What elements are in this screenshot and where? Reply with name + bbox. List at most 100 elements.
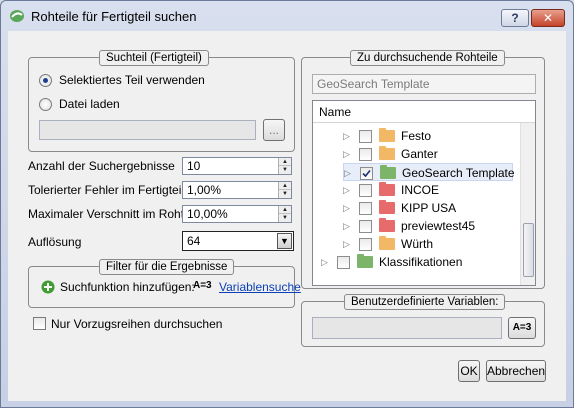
tree-item-label: Festo	[401, 129, 432, 143]
expand-arrow-icon[interactable]: ▷	[321, 253, 328, 271]
tree-item[interactable]: ▷ previewtest45	[343, 217, 513, 235]
folder-icon	[357, 254, 373, 268]
rohteile-search-value: GeoSearch Template	[317, 77, 430, 91]
close-button[interactable]: ✕	[531, 9, 565, 27]
waste-label: Maximaler Verschnitt im Rohteil	[28, 207, 197, 221]
tree-item-checkbox[interactable]	[360, 167, 373, 180]
folder-icon	[379, 128, 395, 142]
folder-icon	[379, 182, 395, 196]
tree-item-label: INCOE	[401, 183, 440, 197]
expand-arrow-icon[interactable]: ▷	[343, 217, 350, 235]
tree-item[interactable]: ▷ GeoSearch Template	[343, 163, 515, 182]
waste-field[interactable]: 10,00% ▲ ▼	[182, 205, 292, 223]
radio-load-file[interactable]	[39, 98, 52, 111]
rohteile-group: Zu durchsuchende Rohteile GeoSearch Temp…	[301, 50, 545, 289]
tolerance-value: 1,00%	[187, 183, 222, 197]
radio-selected-part-label[interactable]: Selektiertes Teil verwenden	[59, 73, 205, 87]
folder-icon	[379, 236, 395, 250]
tree-item-label: KIPP USA	[401, 201, 457, 215]
tolerance-field[interactable]: 1,00% ▲ ▼	[182, 181, 292, 199]
folder-icon	[380, 165, 396, 179]
add-icon[interactable]	[41, 280, 55, 294]
spin-down-icon[interactable]: ▼	[279, 190, 291, 198]
check-icon	[362, 169, 371, 178]
spin-down-icon[interactable]: ▼	[279, 214, 291, 222]
radio-dot	[43, 78, 48, 83]
tolerance-spinner[interactable]: ▲ ▼	[278, 182, 291, 198]
count-label: Anzahl der Suchergebnisse	[28, 159, 175, 173]
tree-item-checkbox[interactable]	[359, 238, 372, 251]
tolerance-label: Tolerierter Fehler im Fertigteil	[28, 183, 185, 197]
rohteile-legend: Zu durchsuchende Rohteile	[350, 50, 505, 66]
tree-item[interactable]: ▷ INCOE	[343, 181, 513, 199]
tree-item-checkbox[interactable]	[359, 130, 372, 143]
radio-load-file-label[interactable]: Datei laden	[59, 97, 120, 111]
variable-icon: A=3	[193, 280, 212, 291]
expand-arrow-icon[interactable]: ▷	[343, 199, 350, 217]
rohteile-search-input[interactable]: GeoSearch Template	[312, 74, 536, 94]
tree-scrollbar[interactable]	[520, 123, 535, 285]
suchteil-group: Suchteil (Fertigteil) Selektiertes Teil …	[28, 50, 295, 152]
tree-item-label: previewtest45	[401, 219, 476, 233]
expand-arrow-icon[interactable]: ▷	[343, 145, 350, 163]
waste-spinner[interactable]: ▲ ▼	[278, 206, 291, 222]
count-value: 10	[187, 159, 201, 173]
tree-root-label: Klassifikationen	[379, 255, 463, 269]
resolution-select[interactable]: 64 ▼	[182, 231, 294, 251]
custom-vars-group: Benutzerdefinierte Variablen: A=3	[301, 294, 545, 347]
dialog-window: Rohteile für Fertigteil suchen ? ✕ Sucht…	[0, 0, 574, 408]
resolution-label: Auflösung	[28, 235, 82, 249]
only-preferred-label[interactable]: Nur Vorzugsreihen durchsuchen	[51, 317, 222, 331]
tree-item-checkbox[interactable]	[359, 184, 372, 197]
rohteile-tree[interactable]: Name ▷ Festo ▷ Ganter ▷ GeoSearch Template ▷ IN…	[312, 100, 536, 286]
suchteil-legend: Suchteil (Fertigteil)	[99, 50, 209, 66]
filter-group: Filter für die Ergebnisse Suchfunktion h…	[28, 259, 301, 308]
scrollbar-thumb[interactable]	[523, 223, 534, 277]
expand-arrow-icon[interactable]: ▷	[343, 127, 350, 145]
tree-item[interactable]: ▷ Festo	[343, 127, 513, 145]
ok-button[interactable]: OK	[458, 360, 480, 382]
tree-item-label: Ganter	[401, 147, 438, 161]
dialog-content: Suchteil (Fertigteil) Selektiertes Teil …	[8, 31, 566, 401]
window-title: Rohteile für Fertigteil suchen	[31, 9, 197, 24]
tree-item-checkbox[interactable]	[359, 220, 372, 233]
help-button[interactable]: ?	[501, 9, 529, 27]
tree-item[interactable]: ▷ Würth	[343, 235, 513, 253]
tree-item[interactable]: ▷ KIPP USA	[343, 199, 513, 217]
folder-icon	[379, 146, 395, 160]
tree-item-checkbox[interactable]	[359, 202, 372, 215]
tree-item[interactable]: ▷ Ganter	[343, 145, 513, 163]
expand-arrow-icon[interactable]: ▷	[343, 181, 350, 199]
cancel-button[interactable]: Abbrechen	[486, 360, 546, 382]
tree-root-item[interactable]: ▷ Klassifikationen	[321, 253, 511, 271]
title-bar[interactable]: Rohteile für Fertigteil suchen ? ✕	[1, 1, 573, 31]
spin-down-icon[interactable]: ▼	[279, 166, 291, 174]
chevron-down-icon[interactable]: ▼	[277, 233, 292, 249]
count-field[interactable]: 10 ▲ ▼	[182, 157, 292, 175]
resolution-value: 64	[187, 234, 201, 248]
folder-icon	[379, 200, 395, 214]
tree-item-label: GeoSearch Template	[402, 166, 515, 180]
tree-item-checkbox[interactable]	[359, 148, 372, 161]
browse-button[interactable]: ...	[263, 119, 285, 141]
file-path-input	[39, 120, 256, 140]
custom-vars-button[interactable]: A=3	[508, 317, 536, 339]
tree-item-label: Würth	[401, 237, 434, 251]
expand-arrow-icon[interactable]: ▷	[344, 164, 351, 182]
expand-arrow-icon[interactable]: ▷	[343, 235, 350, 253]
tree-root-checkbox[interactable]	[337, 256, 350, 269]
spin-up-icon[interactable]: ▲	[279, 206, 291, 214]
custom-vars-legend: Benutzerdefinierte Variablen:	[344, 294, 506, 310]
radio-selected-part[interactable]	[39, 74, 52, 87]
add-search-function-label: Suchfunktion hinzufügen:	[60, 280, 195, 294]
waste-value: 10,00%	[187, 207, 228, 221]
column-header-name[interactable]: Name	[313, 101, 535, 123]
spin-up-icon[interactable]: ▲	[279, 182, 291, 190]
variable-search-link[interactable]: Variablensuche	[219, 280, 301, 294]
custom-vars-input	[312, 317, 502, 339]
only-preferred-checkbox[interactable]	[33, 317, 46, 330]
folder-icon	[379, 218, 395, 232]
app-icon	[10, 10, 24, 22]
spin-up-icon[interactable]: ▲	[279, 158, 291, 166]
count-spinner[interactable]: ▲ ▼	[278, 158, 291, 174]
